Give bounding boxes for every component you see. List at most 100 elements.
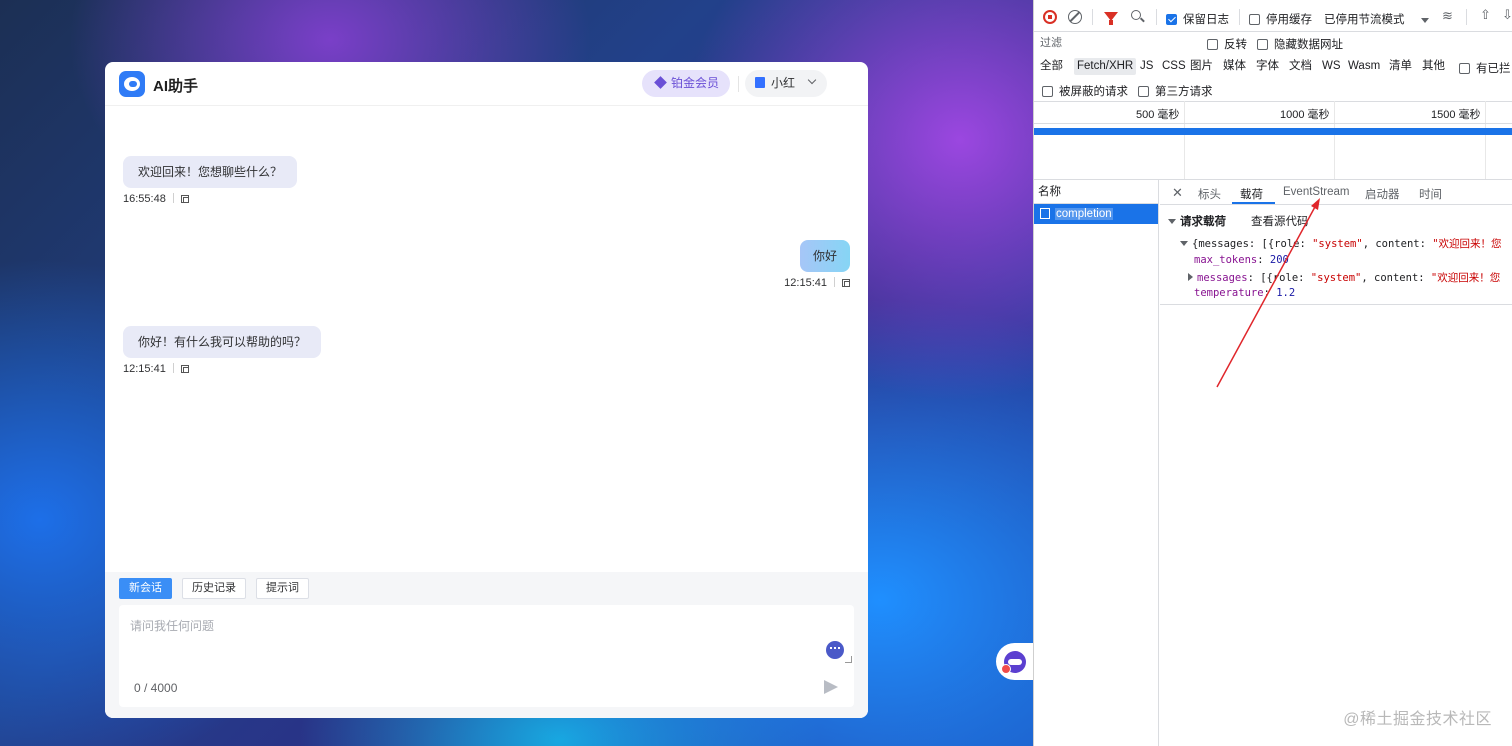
copy-icon[interactable]: [180, 195, 189, 203]
type-css[interactable]: CSS: [1162, 58, 1186, 75]
third-party-label: 第三方请求: [1155, 86, 1213, 98]
request-detail: ✕ 标头 载荷 EventStream 启动器 时间 请求载荷 查看源代码 {m…: [1160, 180, 1512, 746]
diamond-icon: [654, 76, 667, 89]
message-bubble: 你好！有什么我可以帮助的吗？: [123, 326, 322, 358]
checkbox-icon: [1257, 39, 1268, 50]
message-bubble: 你好: [799, 240, 850, 272]
disable-cache-checkbox[interactable]: 停用缓存: [1249, 11, 1312, 27]
filter-input[interactable]: [1038, 34, 1195, 52]
view-source-link[interactable]: 查看源代码: [1251, 213, 1309, 229]
document-icon: [1040, 208, 1050, 219]
invert-label: 反转: [1224, 39, 1247, 51]
payload-title[interactable]: 请求载荷: [1168, 213, 1226, 229]
watermark: @稀土掘金技术社区: [1343, 711, 1492, 728]
type-img[interactable]: 图片: [1190, 58, 1213, 75]
message-meta: 12:15:41: [784, 277, 850, 289]
active-tab-indicator: [1232, 202, 1275, 204]
prompt-button[interactable]: 提示词: [256, 578, 309, 599]
filter-icon[interactable]: [1104, 12, 1118, 25]
checkbox-icon: [1459, 63, 1470, 74]
type-other[interactable]: 其他: [1422, 58, 1445, 75]
message-input-box: 0 / 4000: [119, 605, 854, 707]
type-media[interactable]: 媒体: [1223, 58, 1246, 75]
detail-tabs: ✕ 标头 载荷 EventStream 启动器 时间: [1160, 180, 1512, 205]
new-chat-button[interactable]: 新会话: [119, 578, 172, 599]
type-all[interactable]: 全部: [1040, 58, 1063, 75]
vip-badge[interactable]: 铂金会员: [642, 70, 730, 97]
app-logo-icon: [119, 71, 145, 97]
tab-initiator[interactable]: 启动器: [1365, 186, 1400, 202]
third-party-checkbox[interactable]: 第三方请求: [1138, 83, 1213, 99]
record-icon[interactable]: [1043, 10, 1057, 24]
checkbox-icon: [1249, 14, 1260, 25]
send-icon[interactable]: [824, 680, 838, 694]
message-time: 12:15:41: [123, 363, 166, 375]
type-manifest[interactable]: 清单: [1389, 58, 1412, 75]
user-name: 小红: [771, 76, 796, 90]
blocked-requests-label: 被屏蔽的请求: [1059, 86, 1128, 98]
type-doc[interactable]: 文档: [1289, 58, 1312, 75]
message-assistant: 欢迎回来！您想聊些什么？ 16:55:48: [123, 156, 298, 205]
message-meta: 12:15:41: [123, 363, 321, 375]
throttle-label: 已停用节流模式: [1324, 14, 1405, 26]
assistant-bot-icon[interactable]: [826, 641, 844, 659]
floating-assistant-button[interactable]: [996, 643, 1033, 680]
tab-headers[interactable]: 标头: [1198, 186, 1221, 202]
type-wasm[interactable]: Wasm: [1348, 58, 1380, 75]
timeline-label: 500 毫秒: [1136, 109, 1180, 121]
checkbox-icon: [1207, 39, 1218, 50]
timeline-request-bar[interactable]: [1034, 128, 1512, 135]
type-fetch-xhr[interactable]: Fetch/XHR: [1074, 58, 1137, 75]
clear-icon[interactable]: [1068, 10, 1082, 24]
disable-cache-label: 停用缓存: [1266, 14, 1312, 26]
blocked-requests-checkbox[interactable]: 被屏蔽的请求: [1042, 83, 1128, 99]
checkbox-checked-icon: [1166, 14, 1177, 25]
tab-payload[interactable]: 载荷: [1240, 186, 1263, 202]
copy-icon[interactable]: [180, 365, 189, 373]
history-button[interactable]: 历史记录: [182, 578, 246, 599]
vip-label: 铂金会员: [671, 76, 720, 90]
hide-data-urls-checkbox[interactable]: 隐藏数据网址: [1257, 36, 1343, 52]
payload-root[interactable]: {messages: [{role: "system", content: "欢…: [1180, 236, 1502, 251]
throttle-dropdown-icon[interactable]: [1421, 14, 1429, 26]
copy-icon[interactable]: [842, 279, 850, 287]
message-time: 12:15:41: [784, 277, 827, 289]
user-menu[interactable]: 小红: [745, 70, 827, 97]
network-conditions-icon[interactable]: ≋: [1442, 8, 1453, 24]
checkbox-icon: [1042, 86, 1053, 97]
message-input[interactable]: [119, 605, 854, 665]
header-divider: [738, 76, 739, 92]
blocked-cookies-label: 有已拦: [1476, 63, 1511, 75]
chevron-down-icon: [807, 75, 817, 85]
close-icon[interactable]: ✕: [1172, 185, 1183, 201]
request-row-completion[interactable]: completion: [1034, 204, 1158, 224]
invert-checkbox[interactable]: 反转: [1207, 36, 1247, 52]
type-js[interactable]: JS: [1140, 58, 1153, 75]
type-ws[interactable]: WS: [1322, 58, 1341, 75]
download-icon[interactable]: ⇩: [1502, 7, 1512, 23]
payload-messages[interactable]: messages: [{role: "system", content: "欢迎…: [1188, 270, 1500, 285]
app-title: AI助手: [153, 78, 199, 95]
message-meta: 16:55:48: [123, 193, 297, 205]
request-list: 名称 completion: [1034, 180, 1159, 746]
tab-eventstream[interactable]: EventStream: [1283, 186, 1349, 198]
payload-max-tokens: max_tokens: 200: [1194, 254, 1289, 266]
timeline-label: 1000 毫秒: [1280, 109, 1330, 121]
timeline-label: 1500 毫秒: [1431, 109, 1481, 121]
chat-window: AI助手 铂金会员 小红 欢迎回来！您想聊些什么？ 16:55:48 你好 12…: [105, 62, 868, 718]
payload-temperature: temperature: 1.2: [1194, 287, 1296, 299]
preserve-log-checkbox[interactable]: 保留日志: [1166, 11, 1229, 27]
throttle-select[interactable]: 已停用节流模式: [1324, 11, 1405, 27]
blocked-cookies-checkbox[interactable]: 有已拦: [1459, 60, 1511, 76]
type-font[interactable]: 字体: [1256, 58, 1279, 75]
notification-dot: [1001, 664, 1011, 674]
upload-icon[interactable]: ⇧: [1480, 7, 1491, 23]
tab-timing[interactable]: 时间: [1419, 186, 1442, 202]
resize-grip-icon[interactable]: [845, 656, 852, 663]
message-user: 你好 12:15:41: [784, 240, 850, 289]
message-bubble: 欢迎回来！您想聊些什么？: [123, 156, 298, 188]
preserve-log-label: 保留日志: [1183, 14, 1229, 26]
name-column-header[interactable]: 名称: [1034, 180, 1158, 204]
search-icon[interactable]: [1131, 10, 1141, 20]
hide-data-urls-label: 隐藏数据网址: [1274, 39, 1343, 51]
